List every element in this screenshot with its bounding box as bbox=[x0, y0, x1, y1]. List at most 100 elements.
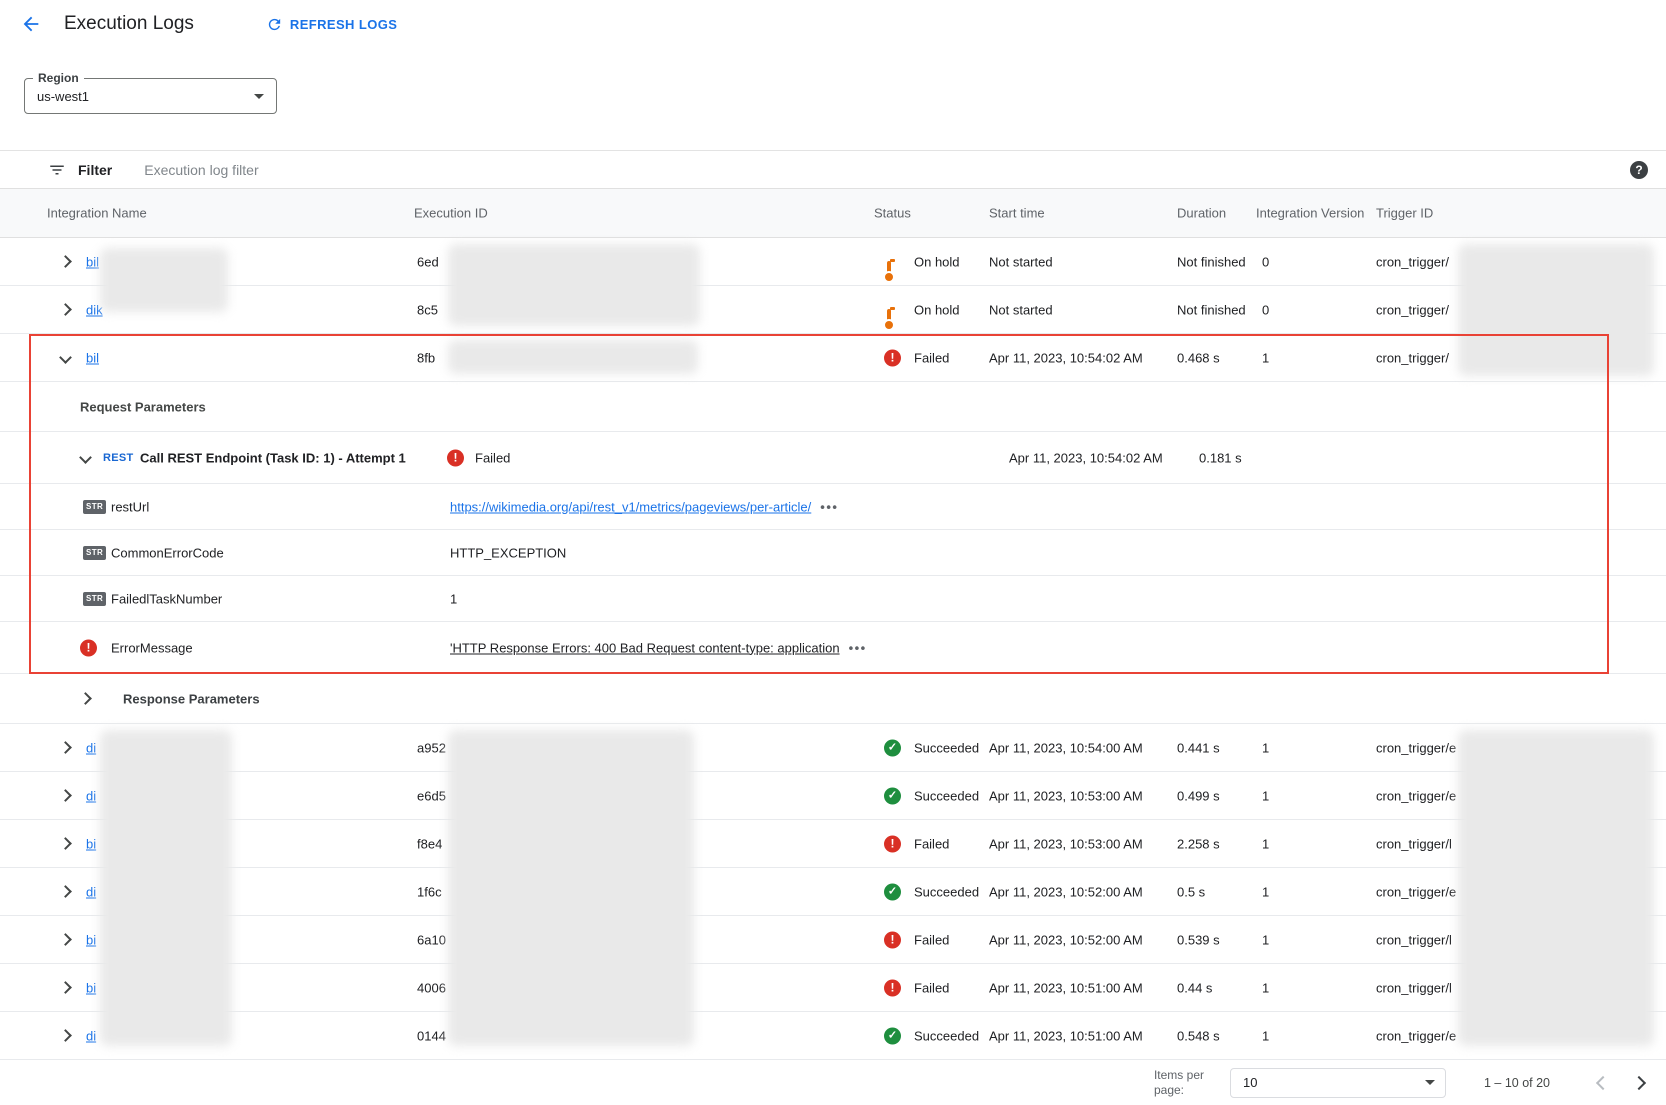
onhold-icon bbox=[887, 261, 891, 280]
integration-name-link[interactable]: bi bbox=[86, 932, 96, 947]
next-page-icon[interactable] bbox=[1626, 1070, 1652, 1096]
parameter-name: CommonErrorCode bbox=[111, 545, 224, 560]
status-label: Failed bbox=[914, 980, 949, 995]
status-label: On hold bbox=[914, 254, 960, 269]
expand-chevron-icon[interactable] bbox=[56, 931, 74, 949]
parameter-row: STR CommonErrorCode HTTP_EXCEPTION bbox=[0, 530, 1666, 576]
page-range: 1 – 10 of 20 bbox=[1484, 1076, 1550, 1090]
integration-version: 1 bbox=[1262, 980, 1269, 995]
table-row[interactable]: bi 4006 Failed Apr 11, 2023, 10:51:00 AM… bbox=[0, 964, 1666, 1012]
start-time: Apr 11, 2023, 10:52:00 AM bbox=[989, 884, 1143, 899]
duration: 0.44 s bbox=[1177, 980, 1212, 995]
help-icon[interactable]: ? bbox=[1630, 161, 1648, 179]
failed-icon bbox=[884, 349, 901, 366]
error-icon bbox=[80, 639, 97, 656]
table-row[interactable]: di e6d5 Succeeded Apr 11, 2023, 10:53:00… bbox=[0, 772, 1666, 820]
expand-value-button[interactable]: ••• bbox=[820, 500, 838, 513]
trigger-id: cron_trigger/ bbox=[1376, 302, 1449, 317]
expand-chevron-icon[interactable] bbox=[56, 835, 74, 853]
integration-name-link[interactable]: di bbox=[86, 788, 96, 803]
filter-input[interactable] bbox=[142, 161, 1630, 179]
integration-name-link[interactable]: di bbox=[86, 1028, 96, 1043]
table-row[interactable]: bil 6ed On hold Not started Not finished… bbox=[0, 238, 1666, 286]
expand-chevron-icon[interactable] bbox=[56, 787, 74, 805]
trigger-id: cron_trigger/l bbox=[1376, 932, 1452, 947]
table-row[interactable]: bi 6a10 Failed Apr 11, 2023, 10:52:00 AM… bbox=[0, 916, 1666, 964]
expand-chevron-icon[interactable] bbox=[56, 1027, 74, 1045]
integration-name-link[interactable]: di bbox=[86, 740, 96, 755]
execution-id: 4006 bbox=[417, 980, 446, 995]
column-header-execution-id: Execution ID bbox=[414, 206, 488, 221]
duration: Not finished bbox=[1177, 302, 1246, 317]
parameter-value: 1 bbox=[450, 591, 457, 606]
duration: 0.468 s bbox=[1177, 350, 1220, 365]
start-time: Not started bbox=[989, 254, 1053, 269]
failed-icon bbox=[884, 979, 901, 996]
rest-url-link[interactable]: https://wikimedia.org/api/rest_v1/metric… bbox=[450, 499, 811, 514]
integration-name-link[interactable]: bi bbox=[86, 836, 96, 851]
expand-chevron-icon[interactable] bbox=[56, 301, 74, 319]
trigger-id: cron_trigger/e bbox=[1376, 788, 1456, 803]
task-start-time: Apr 11, 2023, 10:54:02 AM bbox=[1009, 450, 1163, 465]
column-header-status: Status bbox=[874, 206, 911, 221]
column-header-integration-version: Integration Version bbox=[1256, 206, 1364, 221]
integration-name-link[interactable]: bil bbox=[86, 254, 99, 269]
status-label: Failed bbox=[914, 836, 949, 851]
region-select[interactable]: Region us-west1 bbox=[24, 78, 277, 114]
duration: 0.499 s bbox=[1177, 788, 1220, 803]
integration-name-link[interactable]: bi bbox=[86, 980, 96, 995]
parameter-name: FailedlTaskNumber bbox=[111, 591, 222, 606]
refresh-logs-button[interactable]: REFRESH LOGS bbox=[258, 10, 405, 39]
status-label: Succeeded bbox=[914, 740, 979, 755]
column-header-start-time: Start time bbox=[989, 206, 1045, 221]
table-row[interactable]: di 1f6c Succeeded Apr 11, 2023, 10:52:00… bbox=[0, 868, 1666, 916]
task-label: Call REST Endpoint (Task ID: 1) - Attemp… bbox=[140, 450, 406, 465]
execution-id: 6a10 bbox=[417, 932, 446, 947]
failed-icon bbox=[447, 449, 464, 466]
status-label: Succeeded bbox=[914, 788, 979, 803]
expand-chevron-icon[interactable] bbox=[56, 883, 74, 901]
items-per-page-select[interactable]: 10 bbox=[1230, 1068, 1446, 1098]
dropdown-caret-icon bbox=[254, 94, 264, 99]
expand-chevron-icon[interactable] bbox=[56, 739, 74, 757]
expand-chevron-icon[interactable] bbox=[56, 253, 74, 271]
response-parameters-row[interactable]: Response Parameters bbox=[0, 674, 1666, 724]
execution-id: f8e4 bbox=[417, 836, 442, 851]
expand-value-button[interactable]: ••• bbox=[849, 641, 867, 654]
expand-chevron-icon[interactable] bbox=[76, 690, 94, 708]
failed-icon bbox=[884, 931, 901, 948]
table-header: Integration Name Execution ID Status Sta… bbox=[0, 188, 1666, 238]
integration-version: 1 bbox=[1262, 836, 1269, 851]
table-row-expanded[interactable]: bil 8fb Failed Apr 11, 2023, 10:54:02 AM… bbox=[0, 334, 1666, 382]
collapse-chevron-icon[interactable] bbox=[76, 449, 94, 467]
integration-name-link[interactable]: dik bbox=[86, 302, 103, 317]
back-arrow-icon[interactable] bbox=[18, 11, 44, 37]
trigger-id: cron_trigger/l bbox=[1376, 836, 1452, 851]
column-header-integration-name: Integration Name bbox=[47, 206, 147, 221]
onhold-icon bbox=[887, 309, 891, 328]
task-row[interactable]: REST Call REST Endpoint (Task ID: 1) - A… bbox=[0, 432, 1666, 484]
previous-page-icon[interactable] bbox=[1590, 1070, 1616, 1096]
integration-name-link[interactable]: bil bbox=[86, 350, 99, 365]
refresh-logs-label: REFRESH LOGS bbox=[290, 17, 397, 32]
pagination-bar: Items per page: 10 1 – 10 of 20 bbox=[0, 1060, 1666, 1105]
page-title: Execution Logs bbox=[64, 13, 194, 35]
error-message-link[interactable]: 'HTTP Response Errors: 400 Bad Request c… bbox=[450, 640, 840, 655]
expand-chevron-icon[interactable] bbox=[56, 979, 74, 997]
start-time: Apr 11, 2023, 10:51:00 AM bbox=[989, 980, 1143, 995]
table-row[interactable]: di a952 Succeeded Apr 11, 2023, 10:54:00… bbox=[0, 724, 1666, 772]
filter-bar: Filter ? bbox=[0, 150, 1666, 188]
start-time: Not started bbox=[989, 302, 1053, 317]
execution-id: e6d5 bbox=[417, 788, 446, 803]
integration-version: 1 bbox=[1262, 1028, 1269, 1043]
start-time: Apr 11, 2023, 10:53:00 AM bbox=[989, 788, 1143, 803]
succeeded-icon bbox=[884, 1027, 901, 1044]
response-parameters-label: Response Parameters bbox=[123, 691, 260, 706]
collapse-chevron-icon[interactable] bbox=[56, 349, 74, 367]
trigger-id: cron_trigger/ bbox=[1376, 254, 1449, 269]
table-row[interactable]: dik 8c5 On hold Not started Not finished… bbox=[0, 286, 1666, 334]
table-row[interactable]: di 0144 Succeeded Apr 11, 2023, 10:51:00… bbox=[0, 1012, 1666, 1060]
filter-icon bbox=[48, 161, 66, 179]
integration-name-link[interactable]: di bbox=[86, 884, 96, 899]
table-row[interactable]: bi f8e4 Failed Apr 11, 2023, 10:53:00 AM… bbox=[0, 820, 1666, 868]
